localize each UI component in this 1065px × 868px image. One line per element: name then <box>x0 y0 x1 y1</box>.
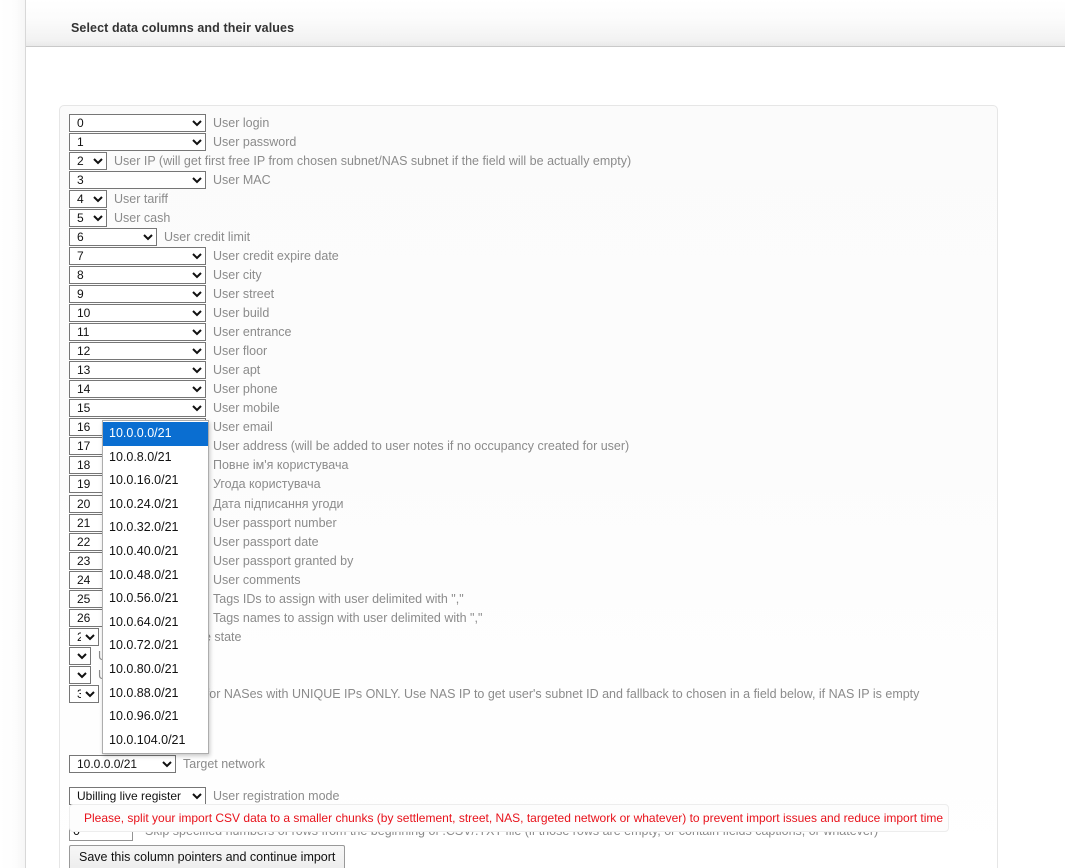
column-index-select[interactable]: 3 <box>69 171 206 189</box>
column-field-label: User tariff <box>114 192 168 206</box>
column-index-select[interactable]: 14 <box>69 380 206 398</box>
dropdown-option[interactable]: 10.0.96.0/21 <box>103 705 208 729</box>
column-index-select[interactable]: 28 <box>69 647 91 665</box>
dropdown-option[interactable]: 10.0.0.0/21 <box>103 422 208 446</box>
target-network-dropdown-list[interactable]: 10.0.0.0/2110.0.8.0/2110.0.16.0/2110.0.2… <box>102 420 209 754</box>
column-field-label: User floor <box>213 344 267 358</box>
page-title: Select data columns and their values <box>71 21 294 35</box>
column-index-select[interactable]: 0 <box>69 114 206 132</box>
column-field-label: User passport granted by <box>213 554 353 568</box>
column-mapping-row: 4 User tariff <box>69 189 168 208</box>
column-index-select[interactable]: 12 <box>69 342 206 360</box>
column-index-select[interactable]: 4 <box>69 190 107 208</box>
column-mapping-row: 15 User mobile <box>69 399 280 418</box>
column-field-label: User comments <box>213 573 301 587</box>
column-mapping-row: 10 User build <box>69 304 269 323</box>
registration-mode-select[interactable]: Ubilling live register <box>69 787 206 805</box>
column-mapping-row: 9 User street <box>69 284 274 303</box>
column-index-select[interactable]: 30 <box>69 685 99 703</box>
dropdown-option[interactable]: 10.0.40.0/21 <box>103 540 208 564</box>
target-network-select[interactable]: 10.0.0.0/2110.0.8.0/2110.0.16.0/2110.0.2… <box>69 755 176 773</box>
column-field-label: Tags names to assign with user delimited… <box>213 611 482 625</box>
column-field-label: User credit expire date <box>213 249 339 263</box>
column-field-label: User MAC <box>213 173 271 187</box>
column-field-label: User credit limit <box>164 230 250 244</box>
import-mapping-panel: 0 User login 1 User password 2 User IP (will … <box>59 105 998 868</box>
column-mapping-row: 0 User login <box>69 113 269 132</box>
dropdown-option[interactable]: 10.0.72.0/21 <box>103 634 208 658</box>
registration-mode-label: User registration mode <box>213 789 339 803</box>
column-mapping-row: 11 User entrance <box>69 323 292 342</box>
column-mapping-row: 1 User password <box>69 132 296 151</box>
column-field-label: NAS IP address - for NASes with UNIQUE I… <box>106 687 919 701</box>
column-field-label: Tags IDs to assign with user delimited w… <box>213 592 464 606</box>
column-field-label: User street <box>213 287 274 301</box>
dropdown-option[interactable]: 10.0.88.0/21 <box>103 682 208 706</box>
column-field-label: User cash <box>114 211 170 225</box>
dropdown-option[interactable]: 10.0.16.0/21 <box>103 469 208 493</box>
column-index-select[interactable]: 13 <box>69 361 206 379</box>
content-area: 0 User login 1 User password 2 User IP (will … <box>26 48 1065 868</box>
dropdown-option[interactable]: 10.0.56.0/21 <box>103 587 208 611</box>
column-mapping-row: 2 User IP (will get first free IP from ch… <box>69 151 631 170</box>
column-mapping-row: 8 User city <box>69 265 262 284</box>
column-mapping-row: 13 User apt <box>69 361 260 380</box>
column-index-select[interactable]: 1 <box>69 133 206 151</box>
left-gutter <box>0 0 25 868</box>
column-field-label: User IP (will get first free IP from cho… <box>114 154 631 168</box>
save-column-pointers-button[interactable]: Save this column pointers and continue i… <box>69 845 345 868</box>
column-field-label: User build <box>213 306 269 320</box>
target-network-label: Target network <box>183 757 265 771</box>
dropdown-option[interactable]: 10.0.8.0/21 <box>103 446 208 470</box>
section-header-bar: Select data columns and their values <box>26 0 1065 47</box>
column-mapping-row: 12 User floor <box>69 342 267 361</box>
column-field-label: User passport date <box>213 535 319 549</box>
column-field-label: User address (will be added to user note… <box>213 439 629 453</box>
dropdown-option[interactable]: 10.0.64.0/21 <box>103 611 208 635</box>
column-index-select[interactable]: 10 <box>69 304 206 322</box>
column-index-select[interactable]: 11 <box>69 323 206 341</box>
column-mapping-row: 5 User cash <box>69 208 170 227</box>
column-index-select[interactable]: 6 <box>69 228 157 246</box>
column-mapping-row: 14 User phone <box>69 380 278 399</box>
column-field-label: User mobile <box>213 401 280 415</box>
dropdown-option[interactable]: 10.0.104.0/21 <box>103 729 208 753</box>
column-index-select[interactable]: 15 <box>69 399 206 417</box>
column-field-label: User city <box>213 268 262 282</box>
column-index-select[interactable]: 5 <box>69 209 107 227</box>
row-registration-mode: Ubilling live register User registration… <box>69 786 339 805</box>
column-field-label: Повне ім'я користувача <box>213 458 348 472</box>
dropdown-option[interactable]: 10.0.48.0/21 <box>103 564 208 588</box>
column-field-label: Угода користувача <box>213 477 321 491</box>
import-warning-text: Please, split your import CSV data to a … <box>84 811 943 825</box>
column-mapping-row: 6 User credit limit <box>69 227 250 246</box>
column-field-label: User entrance <box>213 325 292 339</box>
dropdown-option[interactable]: 10.0.32.0/21 <box>103 516 208 540</box>
column-field-label: Дата підписання угоди <box>213 497 343 511</box>
column-index-select[interactable]: 9 <box>69 285 206 303</box>
column-mapping-row: 3 User MAC <box>69 170 271 189</box>
column-index-select[interactable]: 27 <box>69 628 99 646</box>
column-mapping-row: 7 User credit expire date <box>69 246 339 265</box>
column-index-select[interactable]: 7 <box>69 247 206 265</box>
column-field-label: User login <box>213 116 269 130</box>
row-target-network: 10.0.0.0/2110.0.8.0/2110.0.16.0/2110.0.2… <box>69 754 265 773</box>
dropdown-option[interactable]: 10.0.24.0/21 <box>103 493 208 517</box>
column-field-label: User passport number <box>213 516 337 530</box>
column-field-label: User phone <box>213 382 278 396</box>
column-field-label: User password <box>213 135 296 149</box>
dropdown-option[interactable]: 10.0.80.0/21 <box>103 658 208 682</box>
import-warning-box: Please, split your import CSV data to a … <box>69 804 949 832</box>
column-index-select[interactable]: 29 <box>69 666 91 684</box>
column-field-label: User apt <box>213 363 260 377</box>
column-index-select[interactable]: 2 <box>69 152 107 170</box>
page-root: Select data columns and their values 0 Us… <box>0 0 1065 868</box>
column-index-select[interactable]: 8 <box>69 266 206 284</box>
column-field-label: User email <box>213 420 273 434</box>
